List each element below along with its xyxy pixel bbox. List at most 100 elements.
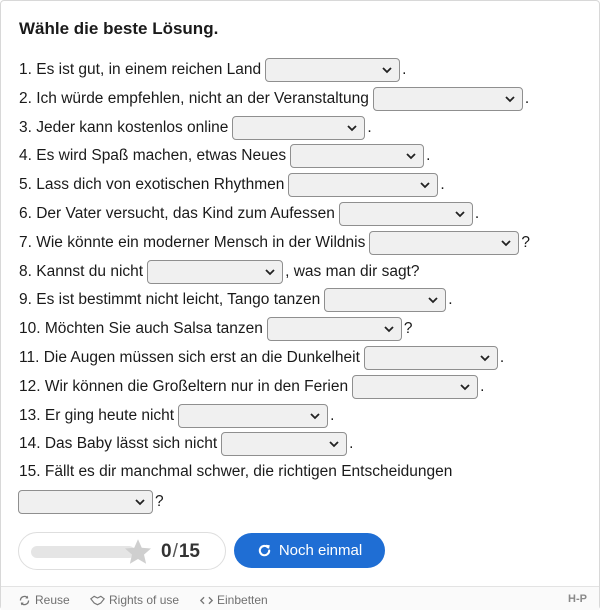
answer-select-7[interactable]: [369, 231, 520, 255]
task-title: Wähle die beste Lösung.: [19, 19, 219, 38]
question-8: 8. Kannst du nicht , was man dir sagt?: [19, 260, 420, 284]
question-text: 7. Wie könnte ein moderner Mensch in der…: [19, 234, 366, 251]
question-suffix: .: [330, 407, 335, 424]
question-text: 13. Er ging heute nicht: [19, 407, 175, 424]
answer-select-4[interactable]: [290, 144, 425, 168]
answer-select-13[interactable]: [178, 404, 329, 428]
question-suffix: .: [499, 349, 505, 366]
answer-select-14[interactable]: [221, 432, 348, 456]
score-separator: /: [172, 541, 178, 562]
question-suffix: , was man dir sagt?: [285, 263, 420, 280]
answer-select-3[interactable]: [232, 116, 366, 140]
answer-select-10[interactable]: [266, 317, 402, 341]
question-12: 12. Wir können die Großeltern nur in den…: [19, 375, 484, 399]
chevron-down-icon: [135, 499, 145, 506]
brand-label: H-P: [568, 593, 587, 605]
retry-label: Noch einmal: [278, 542, 363, 559]
question-suffix: .: [402, 61, 407, 78]
answer-select-5[interactable]: [288, 173, 439, 197]
answer-select-6[interactable]: [338, 202, 473, 226]
star-icon: [125, 539, 151, 564]
answer-select-8[interactable]: [147, 260, 284, 284]
question-text: 2. Ich würde empfehlen, nicht an der Ver…: [19, 90, 369, 107]
chevron-down-icon: [505, 96, 515, 103]
answer-select-1[interactable]: [265, 58, 401, 82]
chevron-down-icon: [480, 355, 490, 362]
embed-link[interactable]: Einbetten: [200, 593, 268, 607]
score-current: 0: [161, 541, 172, 562]
rights-of-use-link[interactable]: Rights of use: [90, 593, 179, 607]
question-13: 13. Er ging heute nicht .: [19, 404, 334, 428]
handshake-icon: [90, 595, 105, 605]
h5p-logo: H-P: [568, 593, 587, 605]
question-7: 7. Wie könnte ein moderner Mensch in der…: [19, 231, 530, 255]
score-text: 0/15: [161, 541, 200, 563]
chevron-down-icon: [384, 326, 394, 333]
question-1: 1. Es ist gut, in einem reichen Land .: [19, 58, 406, 82]
chevron-down-icon: [501, 240, 511, 247]
code-icon: [200, 596, 213, 604]
question-suffix: .: [367, 119, 372, 136]
question-text: 6. Der Vater versucht, das Kind zum Aufe…: [19, 205, 335, 222]
progress-bar: [31, 546, 135, 558]
question-text: 1. Es ist gut, in einem reichen Land: [19, 61, 262, 78]
chevron-down-icon: [265, 269, 275, 276]
question-suffix: .: [440, 176, 445, 193]
h5p-container: Wähle die beste Lösung. 1. Es ist gut, i…: [0, 0, 600, 610]
question-text: 12. Wir können die Großeltern nur in den…: [19, 378, 349, 395]
question-suffix: .: [448, 291, 453, 308]
chevron-down-icon: [420, 182, 431, 189]
answer-select-12[interactable]: [352, 375, 479, 399]
reuse-icon: [19, 595, 30, 605]
question-5: 5. Lass dich von exotischen Rhythmen .: [19, 173, 445, 197]
retry-button[interactable]: Noch einmal: [234, 533, 385, 568]
question-14: 14. Das Baby lässt sich nicht .: [19, 432, 353, 456]
question-text: 8. Kannst du nicht: [19, 263, 144, 280]
chevron-down-icon: [406, 153, 416, 160]
chevron-down-icon: [347, 125, 358, 132]
question-3: 3. Jeder kann kostenlos online .: [19, 116, 372, 140]
question-text: 14. Das Baby lässt sich nicht: [19, 435, 218, 452]
embed-label: Einbetten: [217, 593, 268, 607]
question-suffix: .: [474, 205, 480, 222]
question-text: 3. Jeder kann kostenlos online: [19, 119, 229, 136]
question-text: 5. Lass dich von exotischen Rhythmen: [19, 176, 285, 193]
chevron-down-icon: [329, 441, 339, 448]
question-10: 10. Möchten Sie auch Salsa tanzen ?: [19, 317, 412, 341]
question-suffix: ?: [403, 320, 413, 337]
score-max: 15: [178, 541, 200, 562]
question-suffix: .: [480, 378, 485, 395]
question-suffix: .: [426, 147, 431, 164]
answer-select-11[interactable]: [363, 346, 498, 370]
question-6: 6. Der Vater versucht, das Kind zum Aufe…: [19, 202, 479, 226]
question-text: 9. Es ist bestimmt nicht leicht, Tango t…: [19, 291, 321, 308]
question-4: 4. Es wird Spaß machen, etwas Neues .: [19, 144, 430, 168]
chevron-down-icon: [428, 297, 438, 304]
chevron-down-icon: [455, 211, 465, 218]
score-box: 0/15: [18, 532, 226, 570]
question-15-continued: ?: [18, 490, 164, 514]
question-suffix: ?: [155, 493, 164, 510]
question-text: 4. Es wird Spaß machen, etwas Neues: [19, 147, 287, 164]
footer-bar: Reuse Rights of use Einbetten H-P: [1, 586, 599, 610]
answer-select-9[interactable]: [324, 288, 447, 312]
chevron-down-icon: [382, 67, 392, 74]
question-suffix: .: [349, 435, 354, 452]
question-text: 15. Fällt es dir manchmal schwer, die ri…: [19, 463, 453, 480]
reuse-link[interactable]: Reuse: [18, 593, 70, 607]
question-suffix: ?: [521, 234, 530, 251]
question-9: 9. Es ist bestimmt nicht leicht, Tango t…: [19, 288, 453, 312]
question-text: 10. Möchten Sie auch Salsa tanzen: [19, 320, 263, 337]
chevron-down-icon: [460, 384, 470, 391]
chevron-down-icon: [310, 413, 320, 420]
answer-select-2[interactable]: [372, 87, 523, 111]
answer-select-15[interactable]: [18, 490, 153, 514]
retry-icon: [258, 544, 271, 557]
rights-label: Rights of use: [109, 593, 180, 607]
question-2: 2. Ich würde empfehlen, nicht an der Ver…: [19, 87, 529, 111]
question-15: 15. Fällt es dir manchmal schwer, die ri…: [19, 461, 452, 483]
question-suffix: .: [524, 90, 530, 107]
question-text: 11. Die Augen müssen sich erst an die Du…: [19, 349, 360, 366]
reuse-label: Reuse: [35, 593, 70, 607]
question-11: 11. Die Augen müssen sich erst an die Du…: [19, 346, 504, 370]
